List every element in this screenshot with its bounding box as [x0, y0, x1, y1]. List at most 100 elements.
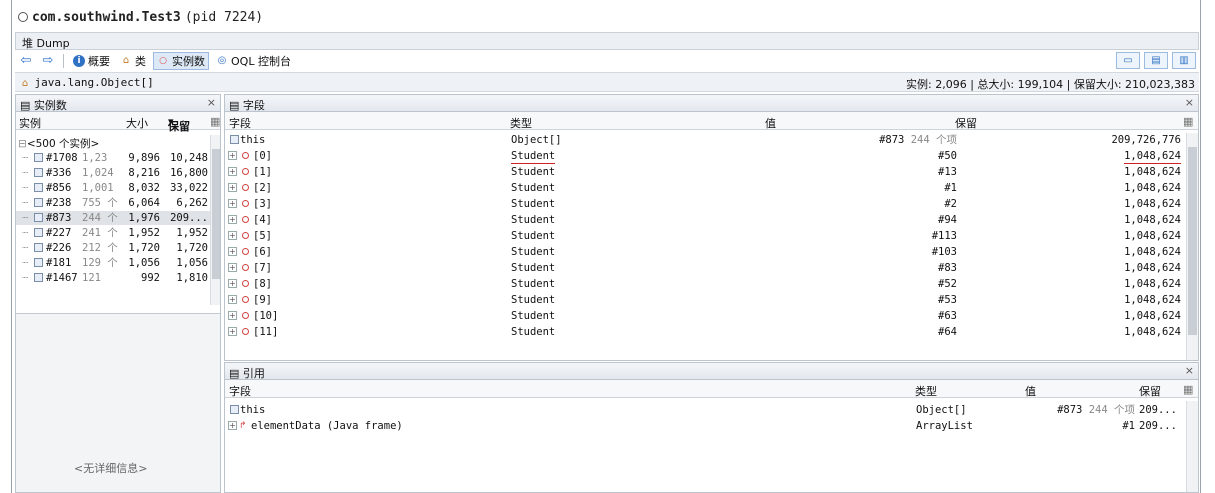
instances-button[interactable]: ○ 实例数 [153, 52, 209, 70]
field-row[interactable]: + [0] Student #50 1,048,624 [225, 149, 1185, 164]
expand-icon[interactable]: + [228, 295, 237, 304]
expand-icon[interactable]: + [228, 327, 237, 336]
field-row-this[interactable]: this Object[] #873 244 个项 209,726,776 [225, 133, 1185, 147]
dump-tab-bar: 堆 Dump [15, 32, 1199, 50]
object-dot-icon [242, 184, 249, 191]
col-retained[interactable]: 保留 [955, 115, 977, 131]
class-icon: ⌂ [21, 78, 29, 89]
oql-console-button[interactable]: ◎ OQL 控制台 [213, 52, 294, 70]
field-row[interactable]: + [8] Student #52 1,048,624 [225, 277, 1185, 291]
close-icon[interactable]: × [207, 96, 216, 109]
field-row[interactable]: + [5] Student #113 1,048,624 [225, 229, 1185, 243]
col-type[interactable]: 类型 [510, 115, 532, 131]
expand-icon[interactable]: + [228, 279, 237, 288]
forward-button[interactable]: ⇨ [39, 52, 57, 70]
array-icon [34, 168, 43, 177]
references-scrollbar[interactable] [1186, 401, 1198, 492]
classes-button[interactable]: ⌂ 类 [117, 52, 149, 70]
field-value: #113 [931, 230, 957, 242]
instance-row[interactable]: ┈ #856 1,001 8,032 33,022 [16, 181, 210, 195]
field-name: this [240, 134, 266, 146]
instance-size: 992 [141, 272, 160, 284]
expand-icon[interactable]: + [228, 247, 237, 256]
field-value: #94 [938, 214, 957, 226]
scroll-thumb[interactable] [212, 149, 220, 279]
reference-row[interactable]: + ↱ elementData (Java frame) ArrayList #1 209… [225, 419, 1185, 433]
field-row[interactable]: + [4] Student #94 1,048,624 [225, 213, 1185, 227]
instance-row[interactable]: ┈ #226 212 个 1,720 1,720 [16, 241, 210, 255]
column-menu-icon[interactable]: ▦ [210, 115, 220, 128]
reference-row[interactable]: this Object[] #873 244 个项 209... [225, 403, 1185, 417]
instance-row[interactable]: ┈ #238 755 个 6,064 6,262 [16, 196, 210, 210]
process-icon [18, 12, 28, 22]
field-retained: 1,048,624 [1124, 262, 1181, 274]
expand-icon[interactable]: + [228, 231, 237, 240]
summary-button[interactable]: i 概要 [70, 52, 113, 70]
col-size[interactable]: 大小 [126, 115, 148, 131]
expand-icon[interactable]: + [228, 421, 237, 430]
expand-icon[interactable]: + [228, 199, 237, 208]
expand-icon[interactable]: + [228, 215, 237, 224]
col-instance[interactable]: 实例 [19, 115, 41, 131]
field-value: #64 [938, 326, 957, 338]
col-field[interactable]: 字段 [229, 383, 251, 399]
expand-icon[interactable]: + [228, 263, 237, 272]
instance-retained: 209... [170, 212, 208, 224]
instance-row[interactable]: ┈ #181 129 个 1,056 1,056 [16, 256, 210, 270]
layout-button-2[interactable]: ▤ [1144, 52, 1168, 69]
instance-count: 1,024 [82, 167, 114, 179]
expand-icon[interactable]: + [228, 167, 237, 176]
collapse-icon[interactable]: ⊟ [16, 138, 27, 150]
instance-row[interactable]: ┈ #1708 1,23 9,896 10,248 [16, 151, 210, 165]
scroll-thumb[interactable] [1188, 147, 1197, 335]
expand-icon[interactable]: + [228, 183, 237, 192]
instance-count: 755 个 [82, 197, 118, 209]
instance-retained: 1,952 [176, 227, 208, 239]
col-retained[interactable]: 保留 ▾ [168, 115, 190, 133]
toolbar: ⇦ ⇨ i 概要 ⌂ 类 ○ 实例数 ◎ OQL 控制台 [15, 51, 1199, 71]
instance-id: #336 [46, 167, 72, 179]
tab-heap-dump[interactable]: 堆 Dump [22, 35, 70, 51]
instance-row[interactable]: ┈ #1467 121 992 1,810 [16, 271, 210, 285]
field-row[interactable]: + [3] Student #2 1,048,624 [225, 197, 1185, 211]
fields-column-header: 字段 类型 值 保留 ▦ [225, 112, 1198, 130]
col-value[interactable]: 值 [1025, 383, 1036, 399]
instance-row[interactable]: ┈ #873 244 个 1,976 209... [16, 211, 210, 225]
instances-pane: ▤ 实例数 × 实例 大小 保留 ▾ ▦ ⊟<500 个实例> ┈ #1708 1,… [15, 94, 221, 493]
oql-icon: ◎ [217, 55, 227, 66]
column-menu-icon[interactable]: ▦ [1183, 383, 1193, 396]
field-type: Student [511, 166, 556, 178]
field-row[interactable]: + [1] Student #13 1,048,624 [225, 165, 1185, 179]
layout-button-1[interactable]: ▭ [1116, 52, 1140, 69]
class-icon: ⌂ [122, 55, 130, 66]
expand-icon[interactable]: + [228, 311, 237, 320]
close-icon[interactable]: × [1185, 96, 1194, 109]
instance-id: #1467 [46, 272, 78, 284]
layout-button-3[interactable]: ▥ [1172, 52, 1196, 69]
close-icon[interactable]: × [1185, 364, 1194, 377]
field-row[interactable]: + [6] Student #103 1,048,624 [225, 245, 1185, 259]
field-row[interactable]: + [7] Student #83 1,048,624 [225, 261, 1185, 275]
instances-scrollbar[interactable] [210, 135, 220, 305]
fields-scrollbar[interactable] [1186, 133, 1198, 360]
object-dot-icon [242, 328, 249, 335]
field-row[interactable]: + [9] Student #53 1,048,624 [225, 293, 1185, 307]
field-row[interactable]: + [10] Student #63 1,048,624 [225, 309, 1185, 323]
field-row[interactable]: + [11] Student #64 1,048,624 [225, 325, 1185, 339]
field-row[interactable]: + [2] Student #1 1,048,624 [225, 181, 1185, 195]
instance-count: 244 个 [82, 212, 118, 224]
field-type: Student [511, 326, 556, 338]
instances-group[interactable]: ⊟<500 个实例> [16, 137, 210, 151]
instance-count: 1,001 [82, 182, 114, 194]
field-value: #52 [938, 278, 957, 290]
instance-row[interactable]: ┈ #336 1,024 8,216 16,800 [16, 166, 210, 180]
instance-row[interactable]: ┈ #227 241 个 1,952 1,952 [16, 226, 210, 240]
column-menu-icon[interactable]: ▦ [1183, 115, 1193, 128]
expand-icon[interactable]: + [228, 151, 237, 160]
col-type[interactable]: 类型 [915, 383, 937, 399]
col-value[interactable]: 值 [765, 115, 776, 131]
col-retained[interactable]: 保留 [1139, 383, 1161, 399]
field-retained: 1,048,624 [1124, 246, 1181, 258]
back-button[interactable]: ⇦ [17, 52, 35, 70]
col-field[interactable]: 字段 [229, 115, 251, 131]
